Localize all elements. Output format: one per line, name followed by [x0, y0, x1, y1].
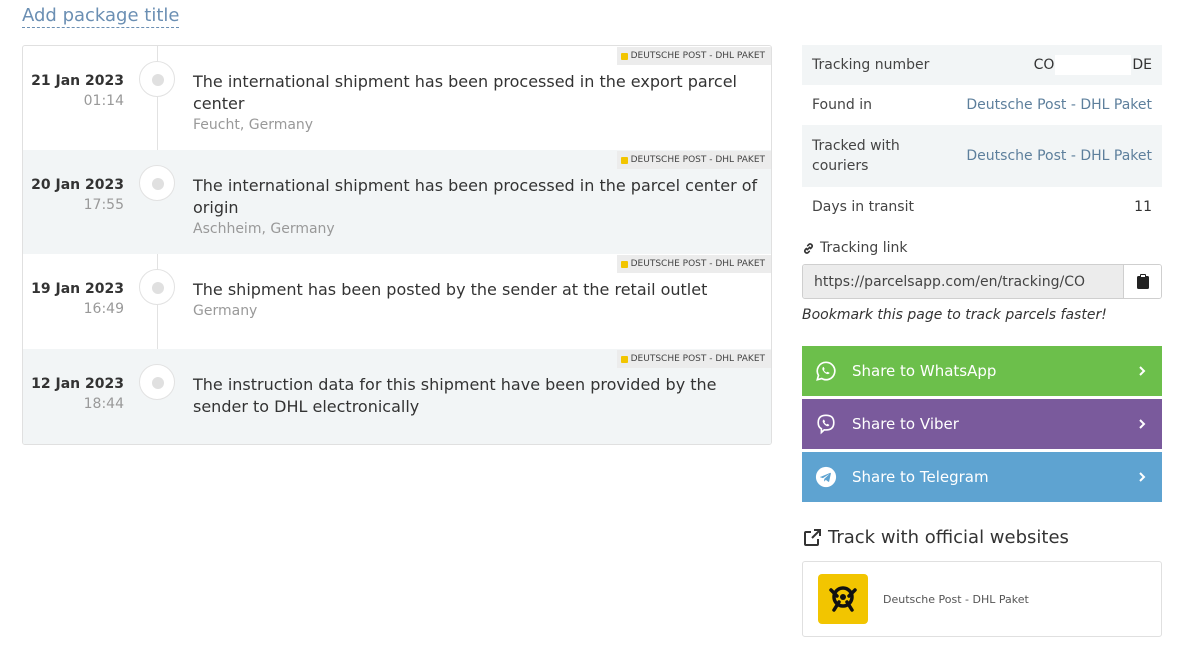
event-time: 18:44 [83, 396, 124, 412]
event-description: The shipment has been posted by the send… [193, 280, 708, 299]
share-telegram-button[interactable]: Share to Telegram [802, 452, 1162, 502]
courier-badge: DEUTSCHE POST - DHL PAKET [616, 47, 771, 65]
redaction-mask [1055, 55, 1132, 75]
tracked-with-row: Tracked with couriers Deutsche Post - DH… [802, 125, 1162, 187]
timeline-event: DEUTSCHE POST - DHL PAKET 19 Jan 2023 16… [23, 254, 771, 349]
copy-link-button[interactable] [1123, 265, 1161, 298]
tracking-link-heading: Tracking link [802, 240, 908, 256]
days-in-transit-label: Days in transit [812, 199, 914, 215]
chevron-right-icon [1139, 472, 1146, 482]
courier-badge: DEUTSCHE POST - DHL PAKET [616, 151, 771, 169]
official-courier-name: Deutsche Post - DHL Paket [883, 592, 1029, 606]
event-location: Aschheim, Germany [193, 221, 335, 237]
add-package-title-link[interactable]: Add package title [22, 5, 180, 28]
share-telegram-label: Share to Telegram [852, 468, 989, 486]
external-link-icon [804, 528, 821, 546]
timeline-dot [139, 61, 175, 97]
timeline-dot [139, 269, 175, 305]
official-courier-card[interactable]: Deutsche Post - DHL Paket [802, 561, 1162, 637]
deutsche-post-logo [818, 574, 868, 624]
found-in-row: Found in Deutsche Post - DHL Paket [802, 85, 1162, 125]
timeline-event: DEUTSCHE POST - DHL PAKET 12 Jan 2023 18… [23, 349, 771, 444]
package-info-table: Tracking number CO DE Found in Deutsche P… [802, 45, 1162, 227]
post-horn-icon [620, 260, 628, 268]
timeline-event: DEUTSCHE POST - DHL PAKET 21 Jan 2023 01… [23, 46, 771, 150]
event-date: 12 Jan 2023 [31, 376, 124, 392]
clipboard-icon [1136, 274, 1149, 289]
post-horn-icon [620, 355, 628, 363]
event-time: 16:49 [83, 301, 124, 317]
courier-badge: DEUTSCHE POST - DHL PAKET [616, 255, 771, 273]
share-viber-label: Share to Viber [852, 415, 959, 433]
tracked-with-label: Tracked with couriers [812, 138, 900, 174]
share-viber-button[interactable]: Share to Viber [802, 399, 1162, 449]
tracking-link-input[interactable] [803, 265, 1123, 298]
tracking-number-row: Tracking number CO DE [802, 45, 1162, 85]
share-whatsapp-label: Share to WhatsApp [852, 362, 997, 380]
found-in-courier-link[interactable]: Deutsche Post - DHL Paket [966, 97, 1152, 113]
tracked-with-courier-link[interactable]: Deutsche Post - DHL Paket [966, 148, 1152, 164]
whatsapp-icon [814, 359, 838, 383]
days-in-transit-row: Days in transit 11 [802, 187, 1162, 227]
event-time: 17:55 [83, 197, 124, 213]
tracking-number-label: Tracking number [812, 57, 930, 73]
bookmark-hint: Bookmark this page to track parcels fast… [802, 307, 1107, 323]
tracking-timeline: DEUTSCHE POST - DHL PAKET 21 Jan 2023 01… [22, 45, 772, 445]
event-date: 19 Jan 2023 [31, 281, 124, 297]
event-location: Germany [193, 303, 258, 319]
event-date: 20 Jan 2023 [31, 177, 124, 193]
post-horn-icon [620, 156, 628, 164]
tracking-number-value: CO DE [1033, 55, 1152, 75]
event-date: 21 Jan 2023 [31, 73, 124, 89]
timeline-dot [139, 165, 175, 201]
courier-badge: DEUTSCHE POST - DHL PAKET [616, 350, 771, 368]
event-description: The international shipment has been proc… [193, 176, 758, 217]
official-websites-heading: Track with official websites [802, 527, 1069, 548]
timeline-dot [139, 364, 175, 400]
days-in-transit-value: 11 [1134, 199, 1152, 215]
tracking-link-field [802, 264, 1162, 299]
event-location: Feucht, Germany [193, 117, 314, 133]
link-icon [804, 242, 813, 254]
event-description: The instruction data for this shipment h… [193, 375, 717, 416]
telegram-icon [814, 465, 838, 489]
event-description: The international shipment has been proc… [193, 72, 737, 113]
event-time: 01:14 [83, 93, 124, 109]
chevron-right-icon [1139, 419, 1146, 429]
found-in-label: Found in [812, 97, 872, 113]
timeline-event: DEUTSCHE POST - DHL PAKET 20 Jan 2023 17… [23, 150, 771, 254]
chevron-right-icon [1139, 366, 1146, 376]
share-whatsapp-button[interactable]: Share to WhatsApp [802, 346, 1162, 396]
viber-icon [814, 412, 838, 436]
post-horn-icon [620, 52, 628, 60]
